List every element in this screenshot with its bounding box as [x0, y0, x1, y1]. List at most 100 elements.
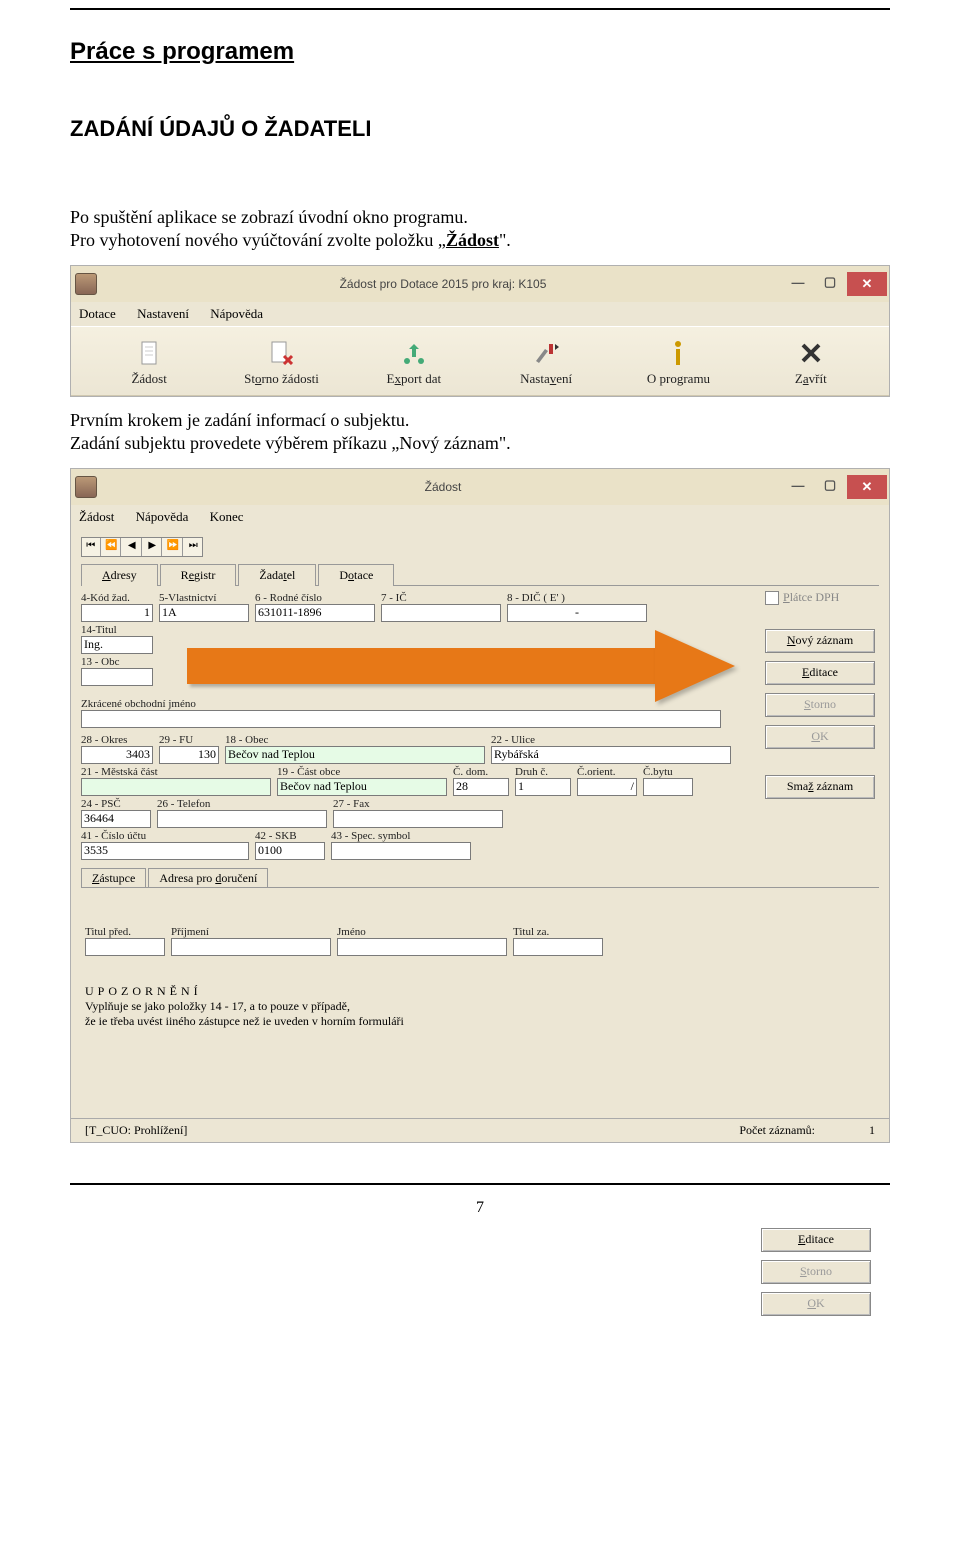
- field-zkracene-jmeno[interactable]: [81, 710, 721, 728]
- field-c-orient[interactable]: /: [577, 778, 637, 796]
- lbl-okres: 28 - Okres: [81, 734, 153, 746]
- ok2-button[interactable]: OK: [761, 1292, 871, 1316]
- field-okres[interactable]: 3403: [81, 746, 153, 764]
- field-rodne-cislo[interactable]: 631011-1896: [255, 604, 375, 622]
- field-fu[interactable]: 130: [159, 746, 219, 764]
- lbl-titul-za: Titul za.: [513, 926, 603, 938]
- lbl-fax: 27 - Fax: [333, 798, 503, 810]
- toolbar-export[interactable]: Export dat: [369, 339, 459, 387]
- menu-napoveda[interactable]: Nápověda: [210, 306, 263, 321]
- maximize-button[interactable]: ▢: [815, 475, 845, 495]
- lbl-ic: 7 - IČ: [381, 592, 501, 604]
- lbl-obec: 18 - Obec: [225, 734, 485, 746]
- close-button[interactable]: ✕: [847, 475, 887, 499]
- nav-first-icon[interactable]: ⏮: [82, 538, 101, 556]
- lbl-rodne-cislo: 6 - Rodné číslo: [255, 592, 375, 604]
- toolbar-about[interactable]: O programu: [633, 339, 723, 387]
- field-titul[interactable]: Ing.: [81, 636, 153, 654]
- field-druh-c[interactable]: 1: [515, 778, 571, 796]
- editace-button[interactable]: Editace: [765, 661, 875, 685]
- page-title: Práce s programem: [70, 38, 890, 66]
- record-navigator[interactable]: ⏮ ⏪ ◀ ▶ ⏩ ⏭: [81, 537, 203, 557]
- field-telefon[interactable]: [157, 810, 327, 828]
- lbl-dic: 8 - DIČ ( E' ): [507, 592, 647, 604]
- ok-button[interactable]: OK: [765, 725, 875, 749]
- field-c-bytu[interactable]: [643, 778, 693, 796]
- tab-zadatel[interactable]: Žadatel: [238, 564, 316, 586]
- field-cast-obce[interactable]: Bečov nad Teplou: [277, 778, 447, 796]
- field-fax[interactable]: [333, 810, 503, 828]
- lbl-c-dom: Č. dom.: [453, 766, 509, 778]
- field-dic[interactable]: -: [507, 604, 647, 622]
- field-kod-zad[interactable]: 1: [81, 604, 153, 622]
- smaz-zaznam-button[interactable]: Smaž záznam: [765, 775, 875, 799]
- lbl-c-orient: Č.orient.: [577, 766, 637, 778]
- tab-dotace[interactable]: Dotace: [318, 564, 394, 586]
- subtab-zastupce[interactable]: Zástupce: [81, 868, 146, 888]
- menu-zadost[interactable]: Žádost: [79, 509, 114, 524]
- field-spec-symbol[interactable]: [331, 842, 471, 860]
- intro-paragraph: Po spuštění aplikace se zobrazí úvodní o…: [70, 206, 890, 251]
- nav-nextpage-icon[interactable]: ⏩: [164, 538, 183, 556]
- toolbar-storno[interactable]: Storno žádosti: [236, 339, 326, 387]
- lbl-c-bytu: Č.bytu: [643, 766, 693, 778]
- minimize-button[interactable]: —: [783, 475, 813, 495]
- field-c-dom[interactable]: 28: [453, 778, 509, 796]
- export-icon: [369, 339, 459, 367]
- toolbar-close[interactable]: Zavřít: [766, 339, 856, 387]
- field-titul-pred[interactable]: [85, 938, 165, 956]
- nav-next-icon[interactable]: ▶: [144, 538, 163, 556]
- field-vlastnictvi[interactable]: 1A: [159, 604, 249, 622]
- toolbar-zadost[interactable]: Žádost: [104, 339, 194, 387]
- checkbox-platce-dph[interactable]: Plátce DPH: [765, 590, 875, 605]
- menu-dotace[interactable]: Dotace: [79, 306, 116, 321]
- lbl-mestska-cast: 21 - Městská část: [81, 766, 271, 778]
- nav-prev-icon[interactable]: ◀: [123, 538, 142, 556]
- section-title: ZADÁNÍ ÚDAJŮ O ŽADATELI: [70, 116, 890, 142]
- lbl-vlastnictvi: 5-Vlastnictví: [159, 592, 249, 604]
- field-mestska-cast[interactable]: [81, 778, 271, 796]
- screenshot-main-window: Žádost pro Dotace 2015 pro kraj: K105 — …: [70, 265, 890, 397]
- field-ulice[interactable]: Rybářská: [491, 746, 731, 764]
- lbl-obc: 13 - Obc: [81, 656, 153, 668]
- field-cislo-uctu[interactable]: 3535: [81, 842, 249, 860]
- toolbar-nastaveni[interactable]: Nastavení: [501, 339, 591, 387]
- lbl-psc: 24 - PSČ: [81, 798, 151, 810]
- nav-last-icon[interactable]: ⏭: [185, 538, 203, 556]
- paragraph-2: Prvním krokem je zadání informací o subj…: [70, 409, 890, 454]
- tab-registr[interactable]: Registr: [160, 564, 237, 586]
- field-obc[interactable]: [81, 668, 153, 686]
- field-titul-za[interactable]: [513, 938, 603, 956]
- status-count: 1: [815, 1123, 875, 1138]
- menu-nastaveni[interactable]: Nastavení: [137, 306, 189, 321]
- document-icon: [104, 339, 194, 367]
- lbl-zkracene-jmeno: Zkrácené obchodní jméno: [81, 698, 721, 710]
- field-psc[interactable]: 36464: [81, 810, 151, 828]
- field-jmeno[interactable]: [337, 938, 507, 956]
- window-title: Žádost: [103, 480, 783, 494]
- lbl-jmeno: Jméno: [337, 926, 507, 938]
- storno-button[interactable]: Storno: [765, 693, 875, 717]
- menu-napoveda[interactable]: Nápověda: [136, 509, 189, 524]
- field-skb[interactable]: 0100: [255, 842, 325, 860]
- maximize-button[interactable]: ▢: [815, 272, 845, 292]
- field-prijmeni[interactable]: [171, 938, 331, 956]
- field-obec[interactable]: Bečov nad Teplou: [225, 746, 485, 764]
- menu-bar: Žádost Nápověda Konec: [71, 505, 889, 529]
- editace2-button[interactable]: Editace: [761, 1228, 871, 1252]
- storno2-button[interactable]: Storno: [761, 1260, 871, 1284]
- field-ic[interactable]: [381, 604, 501, 622]
- lbl-prijmeni: Příjmení: [171, 926, 331, 938]
- close-button[interactable]: ✕: [847, 272, 887, 296]
- lbl-cast-obce: 19 - Část obce: [277, 766, 447, 778]
- status-label: Počet záznamů:: [739, 1123, 815, 1138]
- window-title: Žádost pro Dotace 2015 pro kraj: K105: [103, 277, 783, 291]
- minimize-button[interactable]: —: [783, 272, 813, 292]
- tab-adresy[interactable]: Adresy: [81, 564, 158, 586]
- subtab-adresa-doruceni[interactable]: Adresa pro doručení: [148, 868, 268, 888]
- novy-zaznam-button[interactable]: Nový záznam: [765, 629, 875, 653]
- lbl-fu: 29 - FU: [159, 734, 219, 746]
- lbl-skb: 42 - SKB: [255, 830, 325, 842]
- nav-prevpage-icon[interactable]: ⏪: [103, 538, 122, 556]
- menu-konec[interactable]: Konec: [210, 509, 244, 524]
